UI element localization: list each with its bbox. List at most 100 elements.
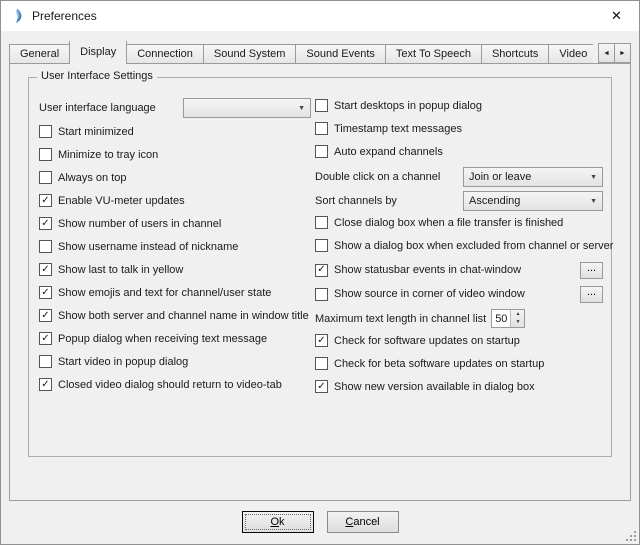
ok-button[interactable]: Ok: [242, 511, 314, 533]
checkbox-label: Show statusbar events in chat-window: [334, 264, 521, 276]
checkbox[interactable]: [39, 148, 52, 161]
number-stepper[interactable]: 50▲▼: [491, 309, 525, 328]
checkbox-label: Check for beta software updates on start…: [334, 358, 544, 370]
left-settings-list: Start minimized Minimize to tray icon Alwa…: [39, 124, 311, 392]
user-interface-settings-group: User Interface Settings User interface l…: [28, 77, 612, 457]
checkbox[interactable]: ✓: [39, 309, 52, 322]
checkbox-row: Minimize to tray icon: [39, 147, 311, 162]
dropdown[interactable]: Join or leave▼: [463, 167, 603, 187]
tab-scroll-control: ◄ ►: [599, 43, 631, 63]
dialog-footer: Ok Cancel: [1, 511, 639, 533]
checkbox-row: Show username instead of nickname: [39, 239, 311, 254]
checkbox-label: Show last to talk in yellow: [58, 264, 183, 276]
checkbox-row: Show source in corner of video window...: [315, 285, 603, 303]
tab-video[interactable]: Video: [548, 44, 593, 64]
setting-spin-row: Maximum text length in channel list 50▲▼: [315, 309, 603, 328]
checkbox-label: Auto expand channels: [334, 146, 443, 158]
language-row: User interface language ▼: [39, 98, 311, 118]
checkbox[interactable]: ✓: [315, 334, 328, 347]
checkbox[interactable]: [39, 125, 52, 138]
tab-scroll-right-button[interactable]: ►: [614, 43, 631, 63]
checkbox-label: Closed video dialog should return to vid…: [58, 379, 282, 391]
checkbox-row: Start video in popup dialog: [39, 354, 311, 369]
checkbox-label: Check for software updates on startup: [334, 335, 520, 347]
checkbox[interactable]: [39, 240, 52, 253]
cancel-button[interactable]: Cancel: [327, 511, 399, 533]
checkbox[interactable]: ✓: [39, 286, 52, 299]
checkbox-row: Show a dialog box when excluded from cha…: [315, 238, 603, 253]
checkbox-label: Close dialog box when a file transfer is…: [334, 217, 563, 229]
checkbox-row: ✓Show number of users in channel: [39, 216, 311, 231]
checkbox[interactable]: ✓: [39, 263, 52, 276]
checkbox-label: Show source in corner of video window: [334, 288, 525, 300]
close-button[interactable]: ✕: [594, 1, 639, 31]
checkbox[interactable]: [315, 357, 328, 370]
checkbox[interactable]: ✓: [39, 217, 52, 230]
tab-connection[interactable]: Connection: [126, 44, 204, 64]
checkbox-label: Enable VU-meter updates: [58, 195, 185, 207]
resize-grip[interactable]: [624, 529, 637, 542]
checkbox-row: ✓ Show last to talk in yellow: [39, 262, 311, 277]
checkbox[interactable]: [39, 171, 52, 184]
checkbox[interactable]: ✓: [315, 264, 328, 277]
checkbox-row: Check for beta software updates on start…: [315, 356, 603, 371]
tab-content-display: User Interface Settings User interface l…: [9, 63, 631, 501]
more-options-button[interactable]: ...: [580, 286, 603, 303]
arrow-right-icon: ►: [619, 50, 626, 57]
checkbox-row: ✓ Check for software updates on startup: [315, 333, 603, 348]
checkbox-row: ✓Show new version available in dialog bo…: [315, 379, 603, 394]
preferences-dialog: Preferences ✕ GeneralDisplayConnectionSo…: [0, 0, 640, 545]
tab-scroll-left-button[interactable]: ◄: [598, 43, 615, 63]
checkbox-label: Popup dialog when receiving text message: [58, 333, 267, 345]
checkbox-row: ✓ Show both server and channel name in wi…: [39, 308, 311, 323]
tab-sound-events[interactable]: Sound Events: [295, 44, 386, 64]
checkbox-label: Show a dialog box when excluded from cha…: [334, 240, 613, 252]
checkbox-label: Timestamp text messages: [334, 123, 462, 135]
checkbox[interactable]: ✓: [315, 380, 328, 393]
stepper-down-icon[interactable]: ▼: [511, 319, 524, 328]
checkbox[interactable]: [315, 145, 328, 158]
checkbox-label: Show username instead of nickname: [58, 241, 238, 253]
checkbox[interactable]: [315, 99, 328, 112]
checkbox-row: ✓ Popup dialog when receiving text messag…: [39, 331, 311, 346]
checkbox-row: Start minimized: [39, 124, 311, 139]
checkbox[interactable]: ✓: [39, 194, 52, 207]
language-dropdown[interactable]: ▼: [183, 98, 311, 118]
arrow-left-icon: ◄: [603, 50, 610, 57]
checkbox-row: ✓ Show emojis and text for channel/user s…: [39, 285, 311, 300]
app-icon: [9, 8, 25, 24]
tab-text-to-speech[interactable]: Text To Speech: [385, 44, 482, 64]
tab-bar: GeneralDisplayConnectionSound SystemSoun…: [9, 41, 593, 64]
checkbox[interactable]: [315, 288, 328, 301]
checkbox-label: Show both server and channel name in win…: [58, 310, 309, 322]
stepper-value: 50: [492, 310, 510, 327]
checkbox[interactable]: ✓: [39, 378, 52, 391]
left-settings-column: User interface language ▼ Start minimize…: [39, 98, 311, 400]
setting-select-row: Double click on a channel Join or leave▼: [315, 167, 603, 187]
chevron-down-icon: ▼: [590, 198, 597, 205]
tab-sound-system[interactable]: Sound System: [203, 44, 297, 64]
tab-shortcuts[interactable]: Shortcuts: [481, 44, 549, 64]
checkbox-row: Close dialog box when a file transfer is…: [315, 215, 603, 230]
stepper-up-icon[interactable]: ▲: [511, 310, 524, 319]
group-title: User Interface Settings: [37, 70, 157, 82]
close-icon: ✕: [611, 8, 622, 24]
field-label: Double click on a channel: [315, 171, 440, 183]
tab-general[interactable]: General: [9, 44, 70, 64]
checkbox[interactable]: ✓: [39, 332, 52, 345]
checkbox-label: Show emojis and text for channel/user st…: [58, 287, 271, 299]
checkbox[interactable]: [39, 355, 52, 368]
more-options-button[interactable]: ...: [580, 262, 603, 279]
chevron-down-icon: ▼: [590, 174, 597, 181]
checkbox-row: Always on top: [39, 170, 311, 185]
dropdown[interactable]: Ascending▼: [463, 191, 603, 211]
field-label: Maximum text length in channel list: [315, 313, 486, 325]
checkbox-row: Timestamp text messages: [315, 121, 603, 136]
chevron-down-icon: ▼: [298, 105, 305, 112]
checkbox[interactable]: [315, 239, 328, 252]
setting-select-row: Sort channels byAscending▼: [315, 191, 603, 211]
checkbox[interactable]: [315, 216, 328, 229]
checkbox[interactable]: [315, 122, 328, 135]
right-settings-column: Start desktops in popup dialogTimestamp …: [315, 98, 603, 402]
tab-display[interactable]: Display: [69, 41, 127, 64]
